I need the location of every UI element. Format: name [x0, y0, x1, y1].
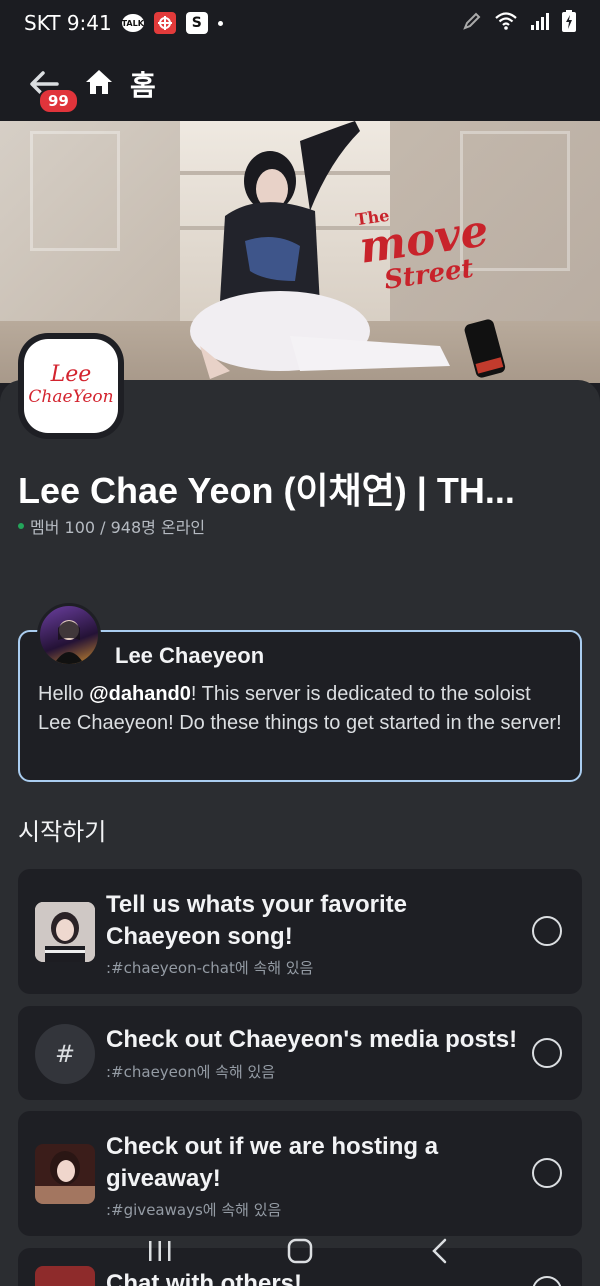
kakaotalk-icon: TALK: [122, 14, 144, 32]
welcome-author-name: Lee Chaeyeon: [115, 643, 265, 668]
page-title: 홈: [130, 68, 156, 102]
member-count: 멤버 100 / 948명 온라인: [18, 514, 205, 538]
server-logo: Lee ChaeYeon: [24, 339, 118, 433]
task-title: Check out if we are hosting a giveaway!: [106, 1133, 439, 1192]
onboarding-task[interactable]: Tell us whats your favorite Chaeyeon son…: [18, 869, 582, 994]
task-channel: :#chaeyeon-chat에 속해 있음: [106, 959, 314, 977]
s-app-icon: S: [185, 12, 208, 34]
notification-app-icon: [153, 12, 176, 34]
task-channel: :#giveaways에 속해 있음: [106, 1201, 282, 1219]
home-button[interactable]: [280, 1231, 320, 1271]
task-thumbnail: [35, 1144, 95, 1204]
home-icon: [84, 68, 114, 100]
getting-started-heading: 시작하기: [18, 818, 107, 846]
task-channel: :#chaeyeon에 속해 있음: [106, 1063, 276, 1081]
task-checkbox[interactable]: [532, 1158, 562, 1188]
more-notifications-dot: [217, 20, 223, 26]
server-name: Lee Chae Yeon (이채연) | TH...: [18, 470, 515, 511]
system-navigation-bar: [0, 1226, 600, 1276]
online-indicator: [18, 523, 24, 529]
task-thumbnail: [35, 902, 95, 962]
onboarding-task[interactable]: # Check out Chaeyeon's media posts! :#ch…: [18, 1006, 582, 1100]
user-mention[interactable]: @dahand0: [89, 683, 191, 705]
back-nav-button[interactable]: [420, 1231, 460, 1271]
back-button[interactable]: 99: [24, 64, 79, 114]
member-count-text: 멤버 100 / 948명 온라인: [30, 518, 206, 537]
task-title: Check out Chaeyeon's media posts!: [106, 1026, 518, 1053]
wifi-icon: [494, 11, 518, 36]
signal-icon: [530, 11, 550, 35]
task-checkbox[interactable]: [532, 1276, 562, 1286]
welcome-text: Hello @dahand0! This server is dedicated…: [38, 683, 562, 734]
onboarding-task[interactable]: Check out if we are hosting a giveaway! …: [18, 1111, 582, 1236]
app-header: 99 홈: [0, 46, 600, 121]
task-title: Tell us whats your favorite Chaeyeon son…: [106, 891, 407, 950]
pen-icon: [462, 11, 482, 36]
task-checkbox[interactable]: [532, 916, 562, 946]
status-bar: SKT 9:41 TALK S: [0, 0, 600, 46]
hashtag-icon: #: [35, 1024, 95, 1084]
battery-charging-icon: [562, 9, 576, 37]
recent-apps-button[interactable]: [140, 1231, 180, 1271]
chevron-left-icon: [432, 1238, 447, 1264]
home-circle-icon: [287, 1238, 313, 1264]
carrier-time: SKT 9:41: [24, 11, 112, 35]
recent-apps-icon: [149, 1241, 171, 1261]
task-checkbox[interactable]: [532, 1038, 562, 1068]
unread-badge: 99: [38, 87, 79, 114]
server-icon-frame: Lee ChaeYeon: [18, 333, 124, 439]
author-avatar: [37, 603, 101, 667]
banner-title: The move Street: [354, 205, 492, 296]
